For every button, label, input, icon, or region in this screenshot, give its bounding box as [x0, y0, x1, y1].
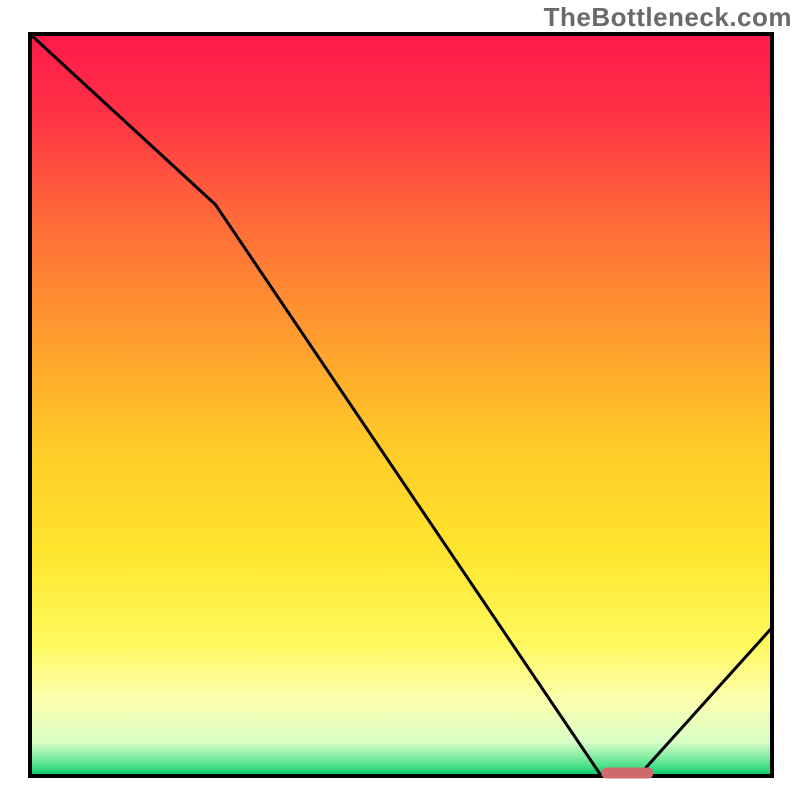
optimal-range-marker [601, 768, 653, 779]
chart-frame: TheBottleneck.com [0, 0, 800, 800]
bottleneck-chart [0, 0, 800, 800]
gradient-background [30, 34, 772, 776]
watermark-text: TheBottleneck.com [544, 2, 792, 33]
